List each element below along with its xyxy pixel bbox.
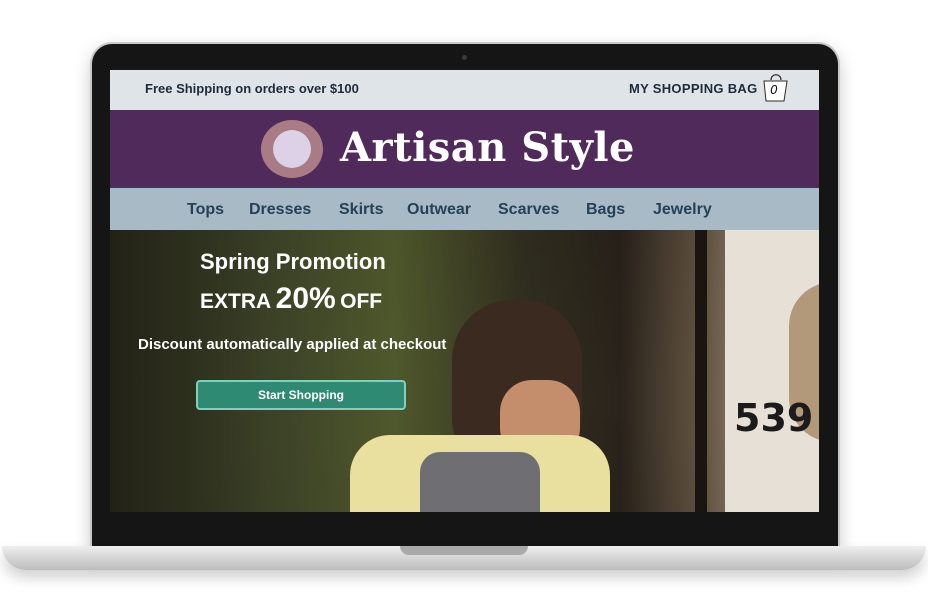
category-nav: Tops Dresses Skirts Outwear Scarves Bags… (110, 188, 819, 230)
nav-item-outwear[interactable]: Outwear (407, 201, 471, 219)
nav-item-skirts[interactable]: Skirts (339, 201, 383, 219)
bag-count: 0 (770, 83, 778, 97)
laptop-notch (400, 546, 528, 555)
logo-inner-circle (273, 130, 311, 168)
brand-title[interactable]: Artisan Style (340, 124, 635, 171)
promo-percent: 20% (275, 282, 336, 315)
webcam (462, 55, 467, 60)
brand-logo-icon[interactable] (261, 120, 323, 178)
house-number: 539 (734, 396, 814, 440)
nav-item-bags[interactable]: Bags (586, 201, 625, 219)
nav-item-dresses[interactable]: Dresses (249, 201, 311, 219)
promo-description: Discount automatically applied at checko… (138, 336, 447, 353)
shopping-bag-icon[interactable]: 0 (761, 71, 791, 103)
nav-item-scarves[interactable]: Scarves (498, 201, 559, 219)
start-shopping-button[interactable]: Start Shopping (196, 380, 406, 410)
browser-screen: Free Shipping on orders over $100 MY SHO… (110, 70, 819, 512)
hero-banner: 539 Spring Promotion EXTRA 20% OFF Disco… (110, 230, 819, 512)
promo-title: Spring Promotion (200, 249, 386, 274)
hero-door-frame (695, 230, 707, 512)
top-bar: Free Shipping on orders over $100 MY SHO… (110, 70, 819, 110)
promo-extra: EXTRA (200, 290, 272, 313)
shipping-notice: Free Shipping on orders over $100 (145, 81, 359, 96)
promo-off: OFF (340, 290, 383, 313)
nav-item-jewelry[interactable]: Jewelry (653, 201, 712, 219)
promo-offer: EXTRA 20% OFF (200, 282, 382, 316)
hero-model-top (420, 452, 540, 512)
brand-header: Artisan Style (110, 110, 819, 188)
shopping-bag-link[interactable]: MY SHOPPING BAG (629, 81, 758, 96)
nav-item-tops[interactable]: Tops (187, 201, 224, 219)
